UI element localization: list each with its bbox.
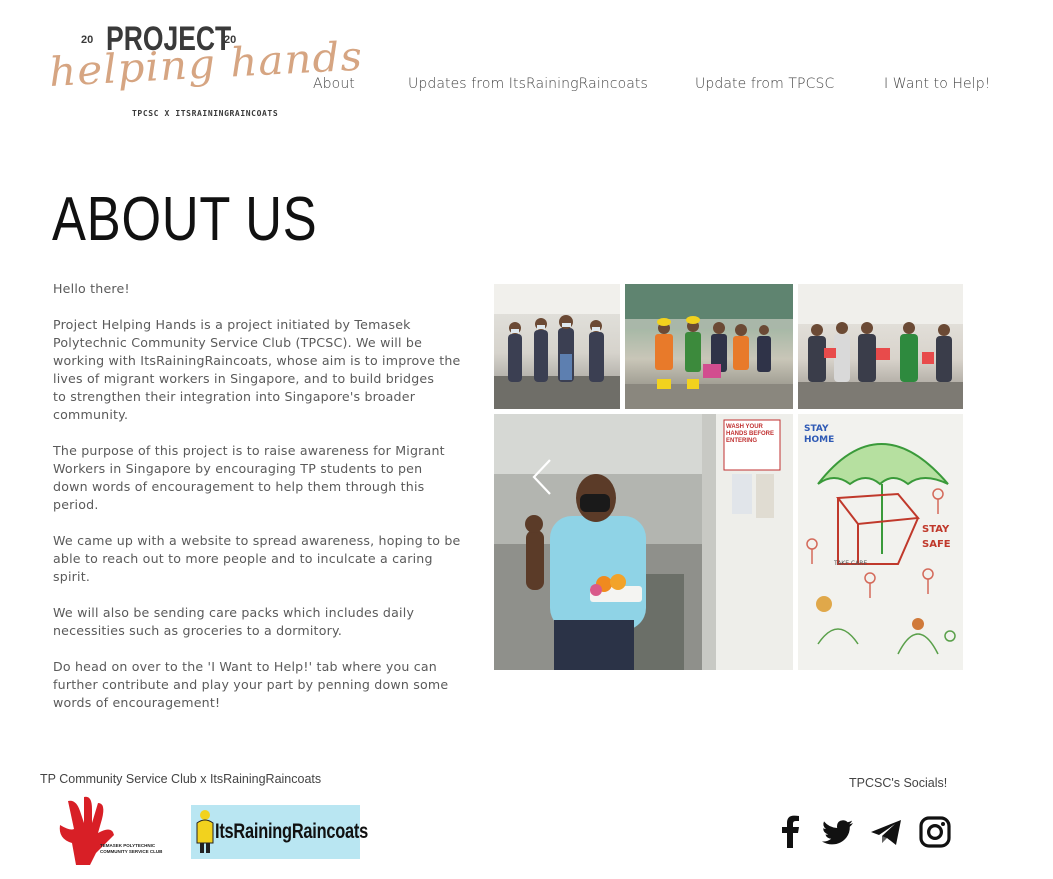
gallery-photo-3[interactable] — [798, 284, 963, 409]
twitter-icon — [821, 820, 853, 845]
instagram-link[interactable] — [918, 814, 952, 850]
nav-updates-irr[interactable]: Updates from ItsRainingRaincoats — [408, 76, 648, 92]
about-paragraph-care-packs: We will also be sending care packs which… — [53, 605, 415, 638]
nav-about[interactable]: About — [313, 76, 355, 92]
site-logo[interactable]: 20 PROJECT 20 helping hands TPCSC X ITSR… — [44, 14, 364, 126]
drawing-take-care-text: TAKE CARE — [834, 560, 868, 567]
about-paragraph-greeting: Hello there! — [53, 281, 130, 296]
page-title: ABOUT US — [52, 185, 318, 254]
logo-year-left: 20 — [81, 34, 94, 46]
telegram-link[interactable] — [869, 814, 903, 850]
nav-i-want-to-help[interactable]: I Want to Help! — [884, 76, 990, 92]
irr-logo-text: ItsRainingRaincoats — [215, 820, 369, 843]
logo-subtitle: TPCSC X ITSRAININGRAINCOATS — [132, 109, 279, 118]
about-paragraph-intro: Project Helping Hands is a project initi… — [53, 317, 461, 422]
gallery-sign-text: WASH YOUR HANDS BEFORE ENTERING — [726, 424, 775, 444]
telegram-icon — [871, 820, 901, 845]
twitter-link[interactable] — [821, 814, 855, 850]
gallery-photo-1[interactable] — [494, 284, 620, 409]
facebook-link[interactable] — [774, 814, 808, 850]
drawing-stay-home-text: STAY HOME — [804, 424, 835, 445]
instagram-icon — [919, 816, 951, 848]
footer-clubs-title: TP Community Service Club x ItsRainingRa… — [40, 772, 322, 786]
irr-logo[interactable]: ItsRainingRaincoats — [191, 805, 368, 859]
footer-socials-title: TPCSC's Socials! — [849, 776, 948, 790]
about-paragraph-website: We came up with a website to spread awar… — [53, 533, 461, 584]
raincoat-figure-icon — [196, 810, 214, 853]
gallery-prev-arrow[interactable] — [530, 458, 556, 496]
tp-logo-text: TEMASEK POLYTECHNIC COMMUNITY SERVICE CL… — [100, 843, 163, 854]
photo-worker-with-care-pack — [494, 414, 793, 670]
facebook-icon — [782, 815, 799, 848]
about-text: Hello there! Project Helping Hands is a … — [53, 280, 473, 730]
drawing-stay-safe-text: STAY SAFE — [922, 524, 951, 550]
about-paragraph-purpose: The purpose of this project is to raise … — [53, 443, 445, 512]
photo-workers-group-1 — [494, 284, 620, 409]
gallery-photo-4[interactable]: WASH YOUR HANDS BEFORE ENTERING — [494, 414, 793, 670]
photo-workers-group-3 — [798, 284, 963, 409]
about-paragraph-call-to-action: Do head on over to the 'I Want to Help!'… — [53, 659, 449, 710]
tpcsc-logo[interactable]: TEMASEK POLYTECHNIC COMMUNITY SERVICE CL… — [54, 795, 166, 867]
photo-workers-group-2 — [625, 284, 793, 409]
gallery-photo-2[interactable] — [625, 284, 793, 409]
tp-hand-logo-icon — [59, 796, 114, 865]
gallery-photo-5[interactable]: STAY HOME STAY SAFE TAKE CARE — [798, 414, 963, 670]
chevron-left-icon — [532, 459, 551, 495]
nav-update-tpcsc[interactable]: Update from TPCSC — [695, 76, 834, 92]
